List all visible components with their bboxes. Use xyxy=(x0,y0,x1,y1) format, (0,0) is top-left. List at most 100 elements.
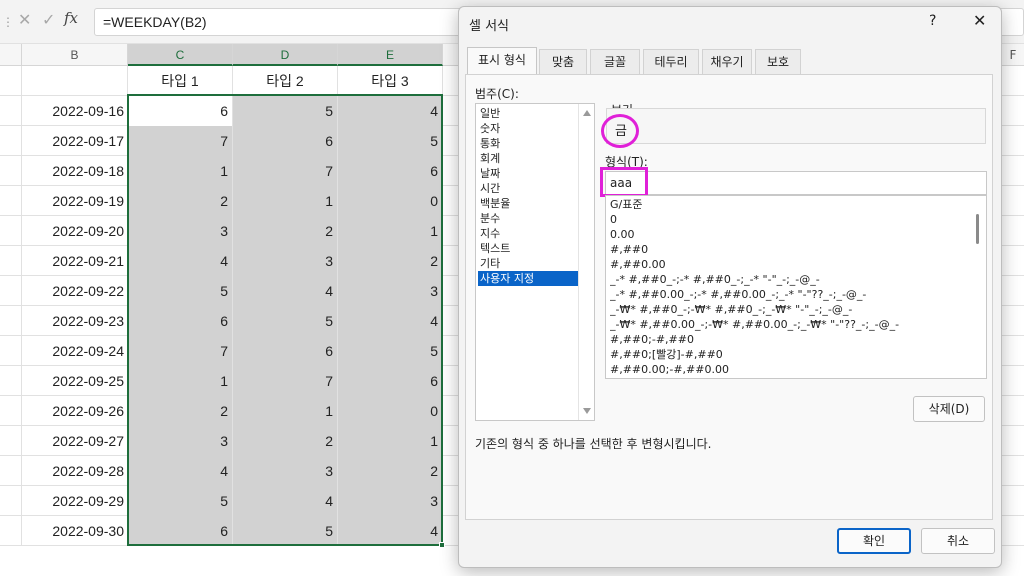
type-2-cell[interactable]: 3 xyxy=(233,456,338,486)
format-item[interactable]: 0.00 xyxy=(610,227,966,242)
scroll-up-icon[interactable] xyxy=(583,110,591,116)
format-item[interactable]: _-₩* #,##0_-;-₩* #,##0_-;_-₩* "-"_-;_-@_… xyxy=(610,302,966,317)
ok-button[interactable]: 확인 xyxy=(837,528,911,554)
type-2-cell[interactable]: 3 xyxy=(233,246,338,276)
date-cell[interactable]: 2022-09-19 xyxy=(22,186,128,216)
type-3-cell[interactable]: 1 xyxy=(338,426,443,456)
type-1-cell[interactable]: 2 xyxy=(128,186,233,216)
type-3-cell[interactable]: 0 xyxy=(338,186,443,216)
date-cell[interactable]: 2022-09-18 xyxy=(22,156,128,186)
date-cell[interactable]: 2022-09-24 xyxy=(22,336,128,366)
cancel-button[interactable]: 취소 xyxy=(921,528,995,554)
row-header[interactable] xyxy=(0,426,22,456)
date-cell[interactable]: 2022-09-27 xyxy=(22,426,128,456)
category-list[interactable]: 일반 숫자 통화 회계 날짜 시간 백분율 분수 지수 텍스트 기타 사용자 지정 xyxy=(475,103,595,421)
format-item[interactable]: #,##0.00;-#,##0.00 xyxy=(610,362,966,377)
category-item[interactable]: 백분율 xyxy=(478,196,578,211)
row-header[interactable] xyxy=(0,366,22,396)
type-1-cell[interactable]: 7 xyxy=(128,336,233,366)
date-cell[interactable]: 2022-09-22 xyxy=(22,276,128,306)
type-3-cell[interactable]: 3 xyxy=(338,276,443,306)
insert-function-button[interactable]: fx xyxy=(64,9,78,27)
header-type-2[interactable]: 타입 2 xyxy=(233,66,338,96)
type-3-cell[interactable]: 4 xyxy=(338,96,443,126)
type-1-cell[interactable]: 7 xyxy=(128,126,233,156)
type-1-cell[interactable]: 4 xyxy=(128,246,233,276)
type-3-cell[interactable]: 1 xyxy=(338,216,443,246)
type-1-cell[interactable]: 6 xyxy=(128,516,233,546)
scroll-thumb[interactable] xyxy=(976,214,979,244)
type-1-cell[interactable]: 5 xyxy=(128,276,233,306)
type-2-cell[interactable]: 2 xyxy=(233,426,338,456)
type-1-cell[interactable]: 1 xyxy=(128,156,233,186)
tab-number[interactable]: 표시 형식 xyxy=(467,47,537,75)
type-input[interactable]: aaa xyxy=(605,171,987,195)
tab-fill[interactable]: 채우기 xyxy=(702,49,752,75)
row-header[interactable] xyxy=(0,456,22,486)
date-cell[interactable]: 2022-09-29 xyxy=(22,486,128,516)
format-item[interactable]: _-* #,##0_-;-* #,##0_-;_-* "-"_-;_-@_- xyxy=(610,272,966,287)
type-2-cell[interactable]: 5 xyxy=(233,306,338,336)
format-item[interactable]: #,##0;[빨강]-#,##0 xyxy=(610,347,966,362)
type-3-cell[interactable]: 2 xyxy=(338,456,443,486)
date-cell[interactable]: 2022-09-26 xyxy=(22,396,128,426)
fill-handle[interactable] xyxy=(439,542,445,548)
tab-font[interactable]: 글꼴 xyxy=(590,49,640,75)
date-cell[interactable]: 2022-09-23 xyxy=(22,306,128,336)
column-header-b[interactable]: B xyxy=(22,44,128,66)
category-item[interactable]: 일반 xyxy=(478,106,578,121)
type-2-cell[interactable]: 6 xyxy=(233,336,338,366)
type-3-cell[interactable]: 4 xyxy=(338,306,443,336)
type-1-cell[interactable]: 3 xyxy=(128,216,233,246)
date-cell[interactable]: 2022-09-25 xyxy=(22,366,128,396)
type-1-cell[interactable]: 6 xyxy=(128,96,233,126)
type-2-cell[interactable]: 5 xyxy=(233,516,338,546)
row-header[interactable] xyxy=(0,246,22,276)
type-3-cell[interactable]: 5 xyxy=(338,126,443,156)
tab-border[interactable]: 테두리 xyxy=(643,49,699,75)
row-header[interactable] xyxy=(0,156,22,186)
type-2-cell[interactable]: 7 xyxy=(233,156,338,186)
category-item[interactable]: 통화 xyxy=(478,136,578,151)
type-3-cell[interactable]: 3 xyxy=(338,486,443,516)
type-2-cell[interactable]: 4 xyxy=(233,486,338,516)
type-2-cell[interactable]: 7 xyxy=(233,366,338,396)
row-header[interactable] xyxy=(0,486,22,516)
close-button[interactable]: ✕ xyxy=(973,11,986,30)
row-header[interactable] xyxy=(0,96,22,126)
category-item[interactable]: 지수 xyxy=(478,226,578,241)
format-item[interactable]: _-₩* #,##0.00_-;-₩* #,##0.00_-;_-₩* "-"?… xyxy=(610,317,966,332)
delete-button[interactable]: 삭제(D) xyxy=(913,396,985,422)
tab-alignment[interactable]: 맞춤 xyxy=(539,49,587,75)
type-1-cell[interactable]: 2 xyxy=(128,396,233,426)
select-all-corner[interactable] xyxy=(0,44,22,66)
category-item[interactable]: 회계 xyxy=(478,151,578,166)
category-item[interactable]: 기타 xyxy=(478,256,578,271)
row-header[interactable] xyxy=(0,396,22,426)
type-1-cell[interactable]: 4 xyxy=(128,456,233,486)
row-header[interactable] xyxy=(0,336,22,366)
type-1-cell[interactable]: 6 xyxy=(128,306,233,336)
row-header[interactable] xyxy=(0,306,22,336)
row-header[interactable] xyxy=(0,186,22,216)
format-item[interactable]: G/표준 xyxy=(610,197,966,212)
row-header[interactable] xyxy=(0,516,22,546)
category-item[interactable]: 분수 xyxy=(478,211,578,226)
category-item[interactable]: 숫자 xyxy=(478,121,578,136)
category-item[interactable]: 시간 xyxy=(478,181,578,196)
format-scrollbar[interactable] xyxy=(972,196,986,378)
row-header[interactable] xyxy=(0,126,22,156)
scroll-down-icon[interactable] xyxy=(583,408,591,414)
date-cell[interactable]: 2022-09-16 xyxy=(22,96,128,126)
type-3-cell[interactable]: 4 xyxy=(338,516,443,546)
format-list[interactable]: G/표준 0 0.00 #,##0 #,##0.00 _-* #,##0_-;-* #,#… xyxy=(605,195,987,379)
row-header[interactable] xyxy=(0,66,22,96)
date-cell[interactable]: 2022-09-28 xyxy=(22,456,128,486)
type-1-cell[interactable]: 1 xyxy=(128,366,233,396)
row-header[interactable] xyxy=(0,276,22,306)
format-item[interactable]: #,##0;-#,##0 xyxy=(610,332,966,347)
date-cell[interactable]: 2022-09-20 xyxy=(22,216,128,246)
format-item[interactable]: #,##0.00 xyxy=(610,257,966,272)
type-2-cell[interactable]: 1 xyxy=(233,396,338,426)
type-1-cell[interactable]: 5 xyxy=(128,486,233,516)
